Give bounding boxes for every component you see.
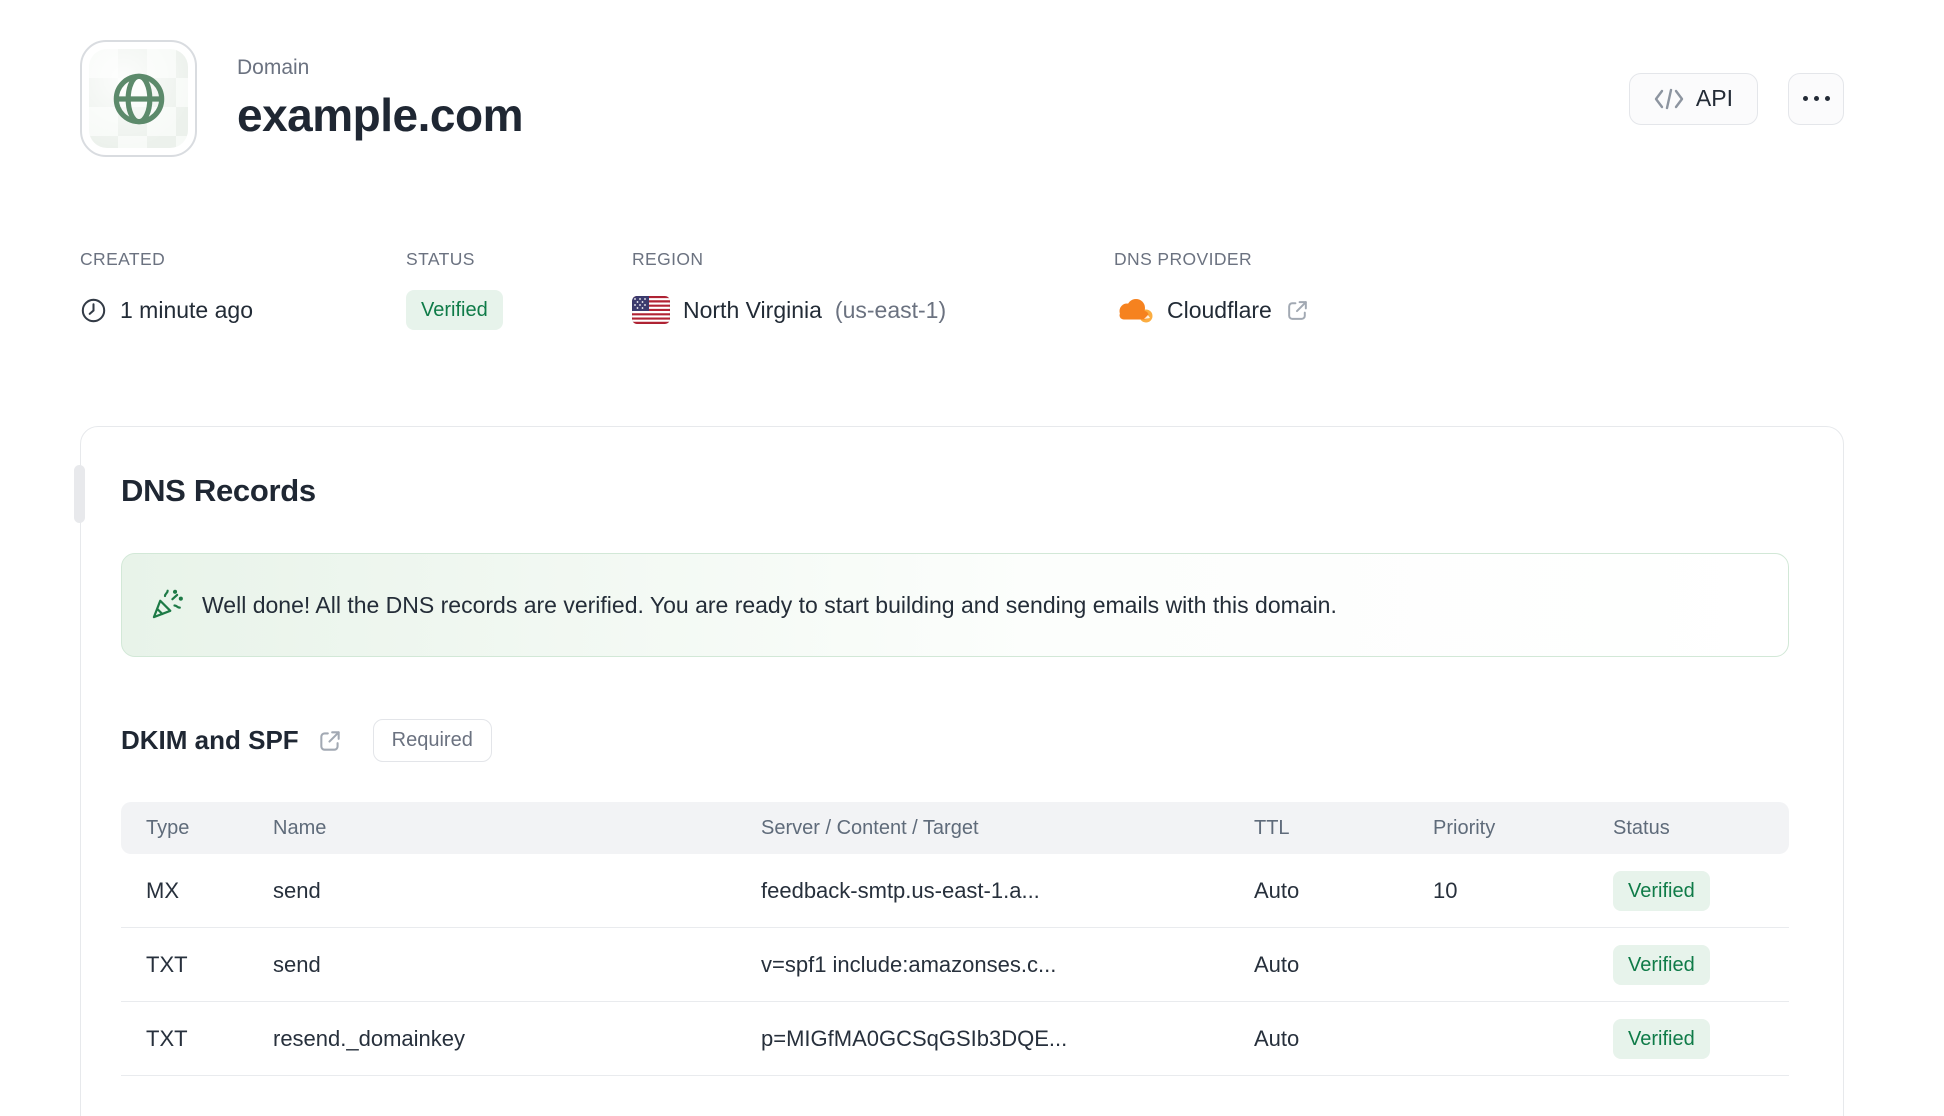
region-label: REGION bbox=[632, 249, 704, 269]
dkim-spf-section-header: DKIM and SPF Required bbox=[121, 719, 1789, 762]
meta-row: CREATED 1 minute ago STATUS Verified REG… bbox=[80, 249, 1844, 332]
cell-type: TXT bbox=[146, 1025, 188, 1051]
dkim-spf-title: DKIM and SPF bbox=[121, 725, 299, 755]
region-value: North Virginia bbox=[683, 296, 822, 323]
title-block: Domain example.com bbox=[237, 56, 523, 142]
meta-created: CREATED 1 minute ago bbox=[80, 249, 406, 332]
domain-detail-page: Domain example.com API CREATED 1 minute … bbox=[0, 0, 1944, 1116]
column-header-priority: Priority bbox=[1433, 816, 1496, 839]
record-status-badge: Verified bbox=[1613, 1018, 1710, 1059]
external-link-icon[interactable] bbox=[317, 728, 343, 754]
page-header: Domain example.com API bbox=[80, 40, 1844, 157]
cell-type: MX bbox=[146, 877, 179, 903]
meta-status: STATUS Verified bbox=[406, 249, 632, 332]
created-label: CREATED bbox=[80, 249, 166, 269]
cell-content: v=spf1 include:amazonses.c... bbox=[761, 951, 1057, 977]
cell-content: p=MIGfMA0GCSqGSIb3DQE... bbox=[761, 1025, 1068, 1051]
ellipsis-icon bbox=[1802, 96, 1830, 101]
dns-records-card: DNS Records Well done! All the DNS recor… bbox=[74, 426, 1844, 1116]
column-header-content: Server / Content / Target bbox=[761, 816, 979, 839]
cell-content: feedback-smtp.us-east-1.a... bbox=[761, 877, 1040, 903]
dns-records-title: DNS Records bbox=[121, 473, 316, 508]
cell-name: send bbox=[273, 877, 321, 903]
dns-provider-value: Cloudflare bbox=[1167, 296, 1272, 323]
clock-icon bbox=[80, 297, 107, 324]
cell-type: TXT bbox=[146, 951, 188, 977]
cell-name: send bbox=[273, 951, 321, 977]
required-badge: Required bbox=[372, 719, 492, 762]
cell-ttl: Auto bbox=[1254, 877, 1300, 903]
table-row: MX send feedback-smtp.us-east-1.a... Aut… bbox=[121, 854, 1789, 928]
success-banner-text: Well done! All the DNS records are verif… bbox=[202, 591, 1337, 618]
column-header-name: Name bbox=[273, 816, 327, 839]
meta-region: REGION North Virginia (us-east-1) bbox=[632, 249, 1114, 332]
dns-records-table: Type Name Server / Content / Target TTL … bbox=[121, 802, 1789, 1076]
status-badge: Verified bbox=[406, 290, 503, 330]
cell-priority: 10 bbox=[1433, 877, 1458, 903]
success-banner: Well done! All the DNS records are verif… bbox=[121, 553, 1789, 657]
region-code: (us-east-1) bbox=[834, 296, 947, 323]
dns-provider-label: DNS PROVIDER bbox=[1114, 249, 1253, 269]
more-options-button[interactable] bbox=[1788, 72, 1844, 125]
column-header-type: Type bbox=[146, 816, 190, 839]
code-icon bbox=[1654, 88, 1684, 110]
page-eyebrow: Domain bbox=[237, 55, 310, 79]
table-row: TXT resend._domainkey p=MIGfMA0GCSqGSIb3… bbox=[121, 1002, 1789, 1076]
cloudflare-icon bbox=[1114, 297, 1154, 324]
table-header-row: Type Name Server / Content / Target TTL … bbox=[121, 802, 1789, 854]
party-popper-icon bbox=[146, 586, 184, 624]
cell-ttl: Auto bbox=[1254, 951, 1300, 977]
api-button[interactable]: API bbox=[1628, 72, 1758, 125]
status-label: STATUS bbox=[406, 249, 475, 269]
api-button-label: API bbox=[1695, 85, 1733, 111]
table-row: TXT send v=spf1 include:amazonses.c... A… bbox=[121, 928, 1789, 1002]
domain-avatar bbox=[80, 40, 197, 157]
column-header-ttl: TTL bbox=[1254, 816, 1290, 839]
column-header-status: Status bbox=[1613, 816, 1670, 839]
record-status-badge: Verified bbox=[1613, 944, 1710, 985]
created-value: 1 minute ago bbox=[120, 296, 253, 323]
header-actions: API bbox=[1628, 72, 1844, 125]
meta-dns-provider: DNS PROVIDER Cloudflare bbox=[1114, 249, 1310, 332]
globe-icon bbox=[106, 66, 172, 132]
section-scroll-indicator bbox=[74, 465, 85, 523]
cell-ttl: Auto bbox=[1254, 1025, 1300, 1051]
us-flag-icon bbox=[632, 296, 670, 324]
cell-name: resend._domainkey bbox=[273, 1025, 466, 1051]
external-link-icon[interactable] bbox=[1285, 298, 1310, 323]
record-status-badge: Verified bbox=[1613, 870, 1710, 911]
domain-avatar-checker bbox=[89, 49, 188, 148]
page-title: example.com bbox=[237, 88, 523, 141]
